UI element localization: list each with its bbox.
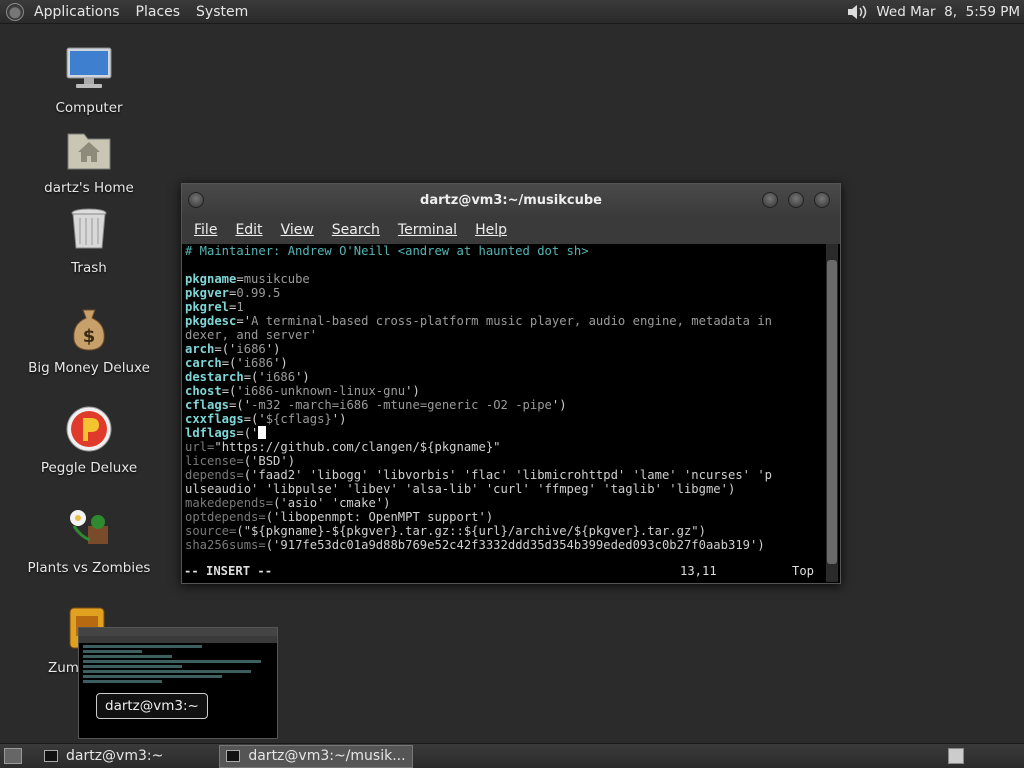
window-preview-thumbnail[interactable]: [78, 627, 278, 739]
desktop-icon-peggle[interactable]: Peggle Deluxe: [24, 404, 154, 476]
desktop-icon-label: Computer: [55, 100, 123, 116]
gnome-menu-icon[interactable]: [6, 2, 24, 21]
terminal-line: chost=('i686-unknown-linux-gnu'): [185, 384, 420, 398]
terminal-line: makedepends=('asio' 'cmake'): [185, 496, 391, 510]
terminal-window[interactable]: dartz@vm3:~/musikcube File Edit View Sea…: [181, 183, 841, 584]
menu-view[interactable]: View: [281, 222, 314, 238]
taskbar-item-terminal-home[interactable]: dartz@vm3:~: [38, 745, 169, 768]
terminal-line: cxxflags=('${cflags}'): [185, 412, 347, 426]
terminal-line: ulseaudio' 'libpulse' 'libev' 'alsa-lib'…: [185, 482, 736, 496]
top-panel: Applications Places System Wed Mar 8, 5:…: [0, 0, 1024, 24]
preview-titlebar: [79, 628, 277, 636]
clock-area: Wed Mar 8, 5:59 PM: [846, 0, 1020, 24]
preview-menubar: [79, 636, 277, 643]
desktop-icon-label: Trash: [71, 260, 107, 276]
vim-status-line: -- INSERT -- 13,11 Top: [184, 564, 826, 580]
text-cursor: [258, 426, 267, 439]
terminal-line: ldflags=(': [185, 426, 826, 440]
window-menu-button[interactable]: [188, 192, 204, 208]
terminal-line: source=("${pkgname}-${pkgver}.tar.gz::${…: [185, 524, 706, 538]
terminal-icon: [44, 750, 58, 762]
menu-search[interactable]: Search: [332, 222, 380, 238]
terminal-line: url="https://github.com/clangen/${pkgnam…: [185, 440, 501, 454]
desktop-icon-plants-vs-zombies[interactable]: Plants vs Zombies: [24, 504, 154, 576]
terminal-line: # Maintainer: Andrew O'Neill <andrew at …: [185, 244, 589, 258]
task-label: dartz@vm3:~/musik...: [248, 748, 406, 764]
system-menu[interactable]: System: [196, 4, 248, 20]
terminal-scrollbar[interactable]: [826, 244, 838, 582]
desktop-icon-label: dartz's Home: [44, 180, 134, 196]
desktop-icon-trash[interactable]: Trash: [24, 204, 154, 276]
trash-icon: [64, 204, 114, 254]
terminal-line: pkgdesc='A terminal-based cross-platform…: [185, 314, 773, 328]
bottom-panel: dartz@vm3:~ dartz@vm3:~/musik...: [0, 743, 1024, 768]
terminal-line: destarch=('i686'): [185, 370, 310, 384]
task-label: dartz@vm3:~: [66, 748, 164, 764]
taskbar-item-terminal-musikcube[interactable]: dartz@vm3:~/musik...: [219, 744, 413, 768]
close-button[interactable]: [814, 192, 830, 208]
scroll-position: Top: [792, 564, 815, 578]
terminal-line: pkgname=musikcube: [185, 272, 310, 286]
minimize-button[interactable]: [762, 192, 778, 208]
home-folder-icon: [64, 124, 114, 174]
terminal-line: dexer, and server': [185, 328, 318, 342]
menu-file[interactable]: File: [194, 222, 217, 238]
terminal-line: pkgrel=1: [185, 300, 244, 314]
terminal-line: license=('BSD'): [185, 454, 296, 468]
desktop-icon-label: Peggle Deluxe: [40, 460, 138, 476]
menu-edit[interactable]: Edit: [235, 222, 262, 238]
desktop-icon-label: Big Money Deluxe: [28, 360, 150, 376]
svg-text:$: $: [83, 326, 96, 347]
cursor-position: 13,11: [680, 564, 717, 578]
menu-terminal[interactable]: Terminal: [398, 222, 457, 238]
money-bag-icon: $: [64, 304, 114, 354]
places-menu[interactable]: Places: [136, 4, 181, 20]
show-desktop-icon[interactable]: [4, 748, 22, 764]
preview-tooltip: dartz@vm3:~: [96, 693, 208, 719]
peggle-icon: [64, 404, 114, 454]
desktop-icon-label: Plants vs Zombies: [27, 560, 151, 576]
window-title: dartz@vm3:~/musikcube: [420, 192, 602, 208]
volume-icon[interactable]: [846, 3, 868, 21]
desktop-icon-home[interactable]: dartz's Home: [24, 124, 154, 196]
desktop-icon-big-money[interactable]: $ Big Money Deluxe: [24, 304, 154, 376]
workspace-switcher[interactable]: [948, 748, 964, 764]
clock[interactable]: Wed Mar 8, 5:59 PM: [876, 4, 1020, 20]
applications-menu[interactable]: Applications: [34, 4, 120, 20]
terminal-titlebar[interactable]: dartz@vm3:~/musikcube: [182, 184, 840, 216]
computer-icon: [64, 44, 114, 94]
maximize-button[interactable]: [788, 192, 804, 208]
terminal-menubar: File Edit View Search Terminal Help: [182, 216, 840, 244]
menu-help[interactable]: Help: [475, 222, 507, 238]
terminal-line: optdepends=('libopenmpt: OpenMPT support…: [185, 510, 494, 524]
plants-vs-zombies-icon: [64, 504, 114, 554]
terminal-screen[interactable]: # Maintainer: Andrew O'Neill <andrew at …: [184, 244, 826, 582]
terminal-line: pkgver=0.99.5: [185, 286, 281, 300]
terminal-line: cflags=('-m32 -march=i686 -mtune=generic…: [185, 398, 567, 412]
terminal-line: arch=('i686'): [185, 342, 281, 356]
vim-mode: -- INSERT --: [184, 564, 273, 578]
desktop-icon-computer[interactable]: Computer: [24, 44, 154, 116]
scrollbar-thumb[interactable]: [827, 260, 837, 564]
terminal-icon: [226, 750, 241, 762]
terminal-line: carch=('i686'): [185, 356, 288, 370]
terminal-line: sha256sums=('917fe53dc01a9d88b769e52c42f…: [185, 538, 765, 552]
terminal-line: depends=('faad2' 'libogg' 'libvorbis' 'f…: [185, 468, 773, 482]
